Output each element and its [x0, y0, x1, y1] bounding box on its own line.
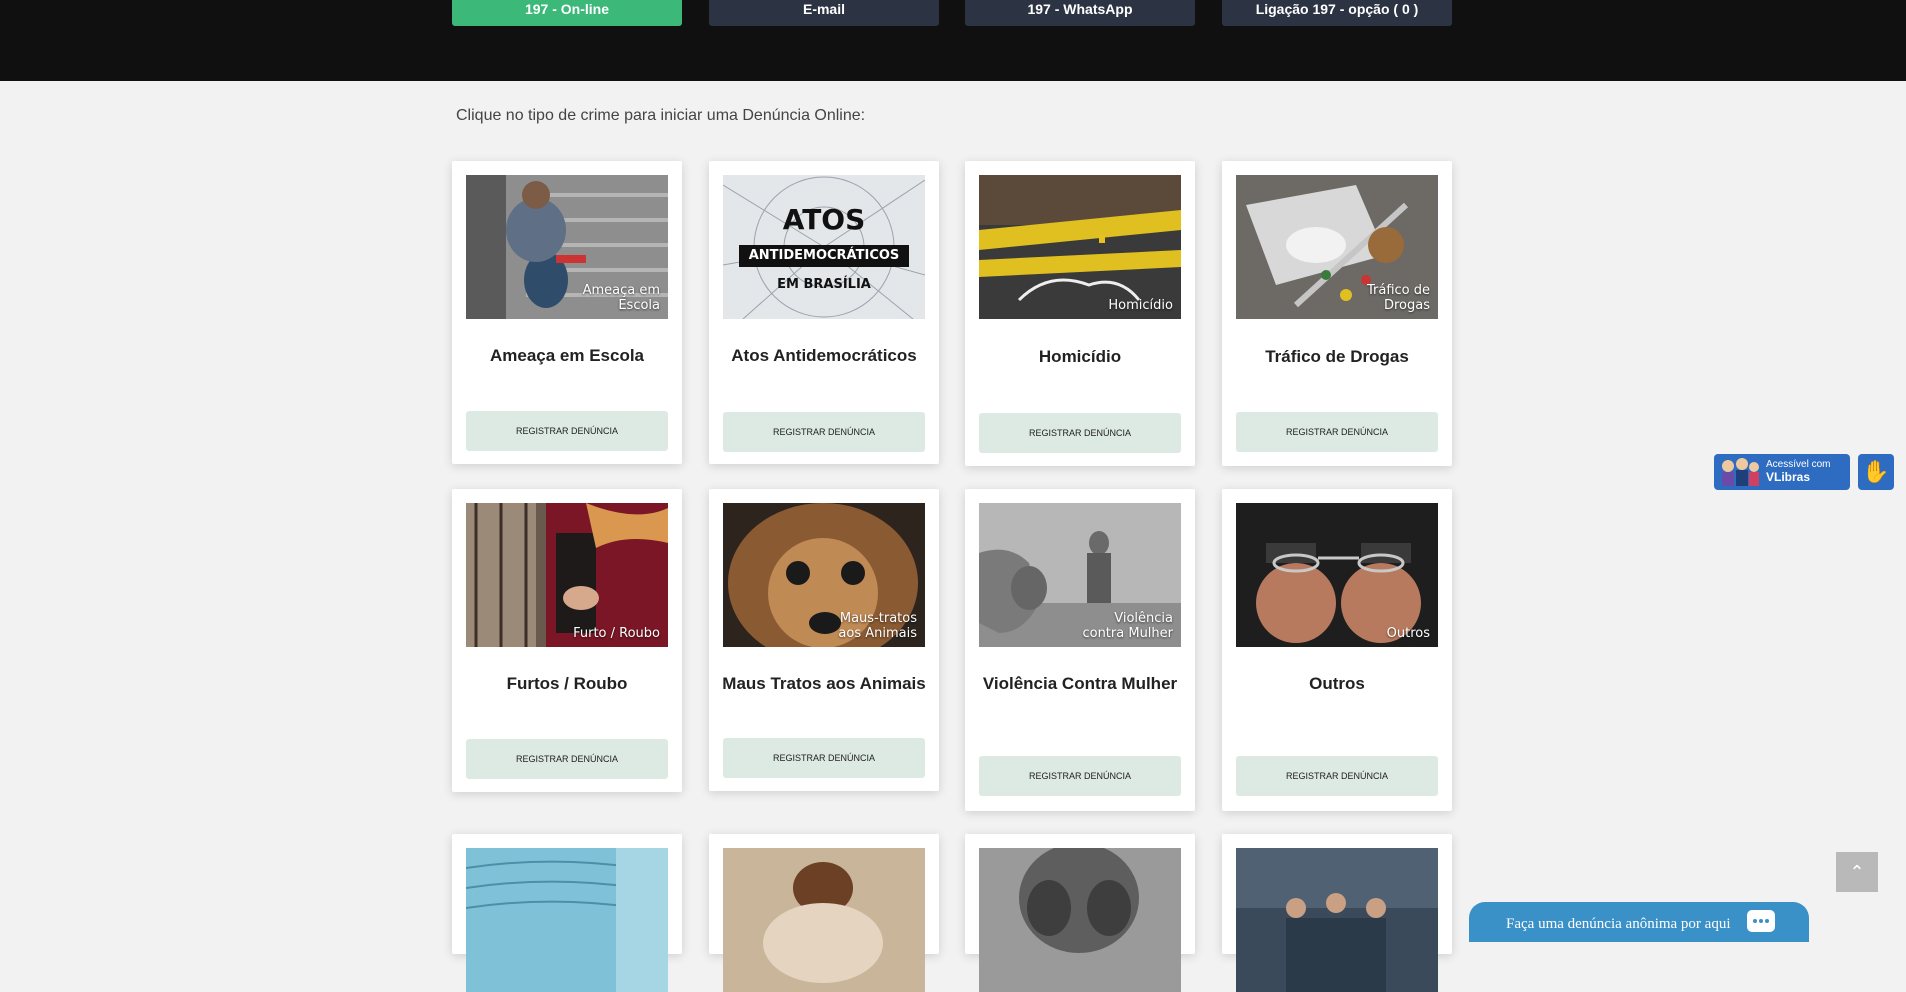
vlibras-label: Acessível com VLibras — [1766, 459, 1831, 484]
card-image[interactable] — [1236, 848, 1438, 992]
chat-label: Faça uma denúncia anônima por aqui — [1506, 916, 1731, 932]
card-title: Violência Contra Mulher — [982, 674, 1178, 693]
register-complaint-button[interactable]: REGISTRAR DENÚNCIA — [723, 412, 925, 452]
card-homicidio[interactable]: Homicídio Homicídio REGISTRAR DENÚNCIA — [965, 161, 1195, 466]
email-button[interactable]: E-mail — [709, 0, 939, 26]
vlibras-widget[interactable]: Acessível com VLibras — [1714, 454, 1850, 490]
register-complaint-button[interactable]: REGISTRAR DENÚNCIA — [979, 413, 1181, 453]
card-violencia-mulher[interactable]: Violência contra Mulher Violência Contra … — [965, 489, 1195, 811]
image-caption: Furto / Roubo — [573, 626, 660, 641]
card-image[interactable]: Outros — [1236, 503, 1438, 647]
card-atos-antidemocraticos[interactable]: ATOS ANTIDEMOCRÁTICOS EM BRASÍLIA Atos A… — [709, 161, 939, 464]
card-outros[interactable]: Outros Outros REGISTRAR DENÚNCIA — [1222, 489, 1452, 811]
card-partial[interactable] — [965, 834, 1195, 992]
image-subheading: ANTIDEMOCRÁTICOS — [739, 245, 909, 267]
card-ameaca-escola[interactable]: Ameaça em Escola Ameaça em Escola REGISTR… — [452, 161, 682, 464]
image-caption: Homicídio — [1108, 298, 1173, 313]
card-title: Ameaça em Escola — [489, 346, 645, 365]
anonymous-chat-button[interactable]: Faça uma denúncia anônima por aqui — [1469, 902, 1809, 942]
card-partial[interactable] — [709, 834, 939, 992]
whatsapp-button[interactable]: 197 - WhatsApp — [965, 0, 1195, 26]
register-complaint-button[interactable]: REGISTRAR DENÚNCIA — [723, 738, 925, 778]
image-location: EM BRASÍLIA — [777, 277, 871, 292]
card-partial[interactable] — [1222, 834, 1452, 992]
card-image[interactable]: Furto / Roubo — [466, 503, 668, 647]
card-maus-tratos[interactable]: Maus-tratos aos Animais Maus Tratos aos A… — [709, 489, 939, 791]
chevron-up-icon: ⌃ — [1849, 862, 1865, 882]
top-bar: 197 - On-line E-mail 197 - WhatsApp Liga… — [0, 0, 1906, 81]
card-title: Homicídio — [1038, 347, 1122, 366]
card-title: Furtos / Roubo — [506, 674, 628, 693]
police-photo — [1236, 848, 1438, 992]
card-image[interactable]: Maus-tratos aos Animais — [723, 503, 925, 647]
card-image[interactable]: ATOS ANTIDEMOCRÁTICOS EM BRASÍLIA — [723, 175, 925, 319]
card-partial[interactable] — [452, 834, 682, 992]
card-image[interactable]: Ameaça em Escola — [466, 175, 668, 319]
card-title: Atos Antidemocráticos — [731, 346, 917, 365]
card-image[interactable]: Tráfico de Drogas — [1236, 175, 1438, 319]
image-caption: Violência contra Mulher — [1082, 611, 1173, 641]
card-image[interactable] — [466, 848, 668, 992]
elderly-photo — [979, 848, 1181, 992]
sign-language-icon[interactable]: ✋ — [1858, 454, 1894, 490]
vlibras-avatars-icon — [1722, 458, 1759, 486]
register-complaint-button[interactable]: REGISTRAR DENÚNCIA — [979, 756, 1181, 796]
image-caption: Maus-tratos aos Animais — [838, 611, 917, 641]
back-to-top-button[interactable]: ⌃ — [1836, 852, 1878, 892]
card-furtos-roubo[interactable]: Furto / Roubo Furtos / Roubo REGISTRAR D… — [452, 489, 682, 792]
online-report-button[interactable]: 197 - On-line — [452, 0, 682, 26]
card-image[interactable] — [723, 848, 925, 992]
card-image[interactable]: Violência contra Mulher — [979, 503, 1181, 647]
intro-text: Clique no tipo de crime para iniciar uma… — [456, 107, 866, 124]
card-title: Tráfico de Drogas — [1265, 347, 1409, 366]
card-image[interactable] — [979, 848, 1181, 992]
register-complaint-button[interactable]: REGISTRAR DENÚNCIA — [1236, 412, 1438, 452]
register-complaint-button[interactable]: REGISTRAR DENÚNCIA — [466, 411, 668, 451]
chat-bubble-icon — [1747, 910, 1775, 932]
register-complaint-button[interactable]: REGISTRAR DENÚNCIA — [1236, 756, 1438, 796]
image-caption: Outros — [1386, 626, 1430, 641]
card-title: Maus Tratos aos Animais — [722, 674, 926, 693]
child-photo — [723, 848, 925, 992]
money-photo — [466, 848, 668, 992]
phone-call-button[interactable]: Ligação 197 - opção ( 0 ) — [1222, 0, 1452, 26]
card-trafico-drogas[interactable]: Tráfico de Drogas Tráfico de Drogas REGIS… — [1222, 161, 1452, 466]
card-image[interactable]: Homicídio — [979, 175, 1181, 319]
image-heading: ATOS — [782, 203, 866, 236]
image-caption: Ameaça em Escola — [582, 283, 660, 313]
image-caption: Tráfico de Drogas — [1366, 283, 1430, 313]
card-title: Outros — [1309, 674, 1365, 693]
register-complaint-button[interactable]: REGISTRAR DENÚNCIA — [466, 739, 668, 779]
